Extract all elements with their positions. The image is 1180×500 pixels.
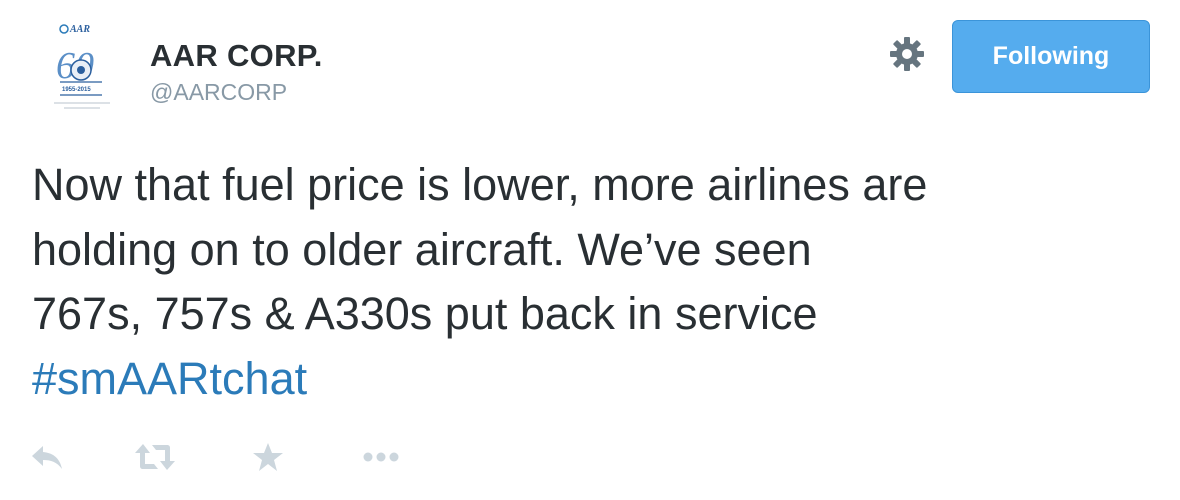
tweet-line: 767s, 757s & A330s put back in service <box>32 288 818 339</box>
more-icon[interactable] <box>363 437 399 477</box>
display-name[interactable]: AAR CORP. <box>150 38 323 74</box>
retweet-icon[interactable] <box>134 437 176 477</box>
tweet-line: holding on to older aircraft. We’ve seen <box>32 223 812 275</box>
avatar[interactable]: AAR 60 1955-2015 <box>30 20 130 120</box>
gear-icon[interactable] <box>888 35 926 73</box>
reply-icon[interactable] <box>30 437 64 477</box>
tweet-text: Now that fuel price is lower, more airli… <box>32 153 1162 411</box>
aar-logo: AAR 60 1955-2015 <box>54 24 110 109</box>
svg-text:1955-2015: 1955-2015 <box>62 87 91 93</box>
user-handle[interactable]: @AARCORP <box>150 79 287 106</box>
favorite-icon[interactable] <box>252 437 284 477</box>
tweet-line: Now that fuel price is lower, more airli… <box>32 159 928 210</box>
hashtag-link[interactable]: #smAARtchat <box>32 347 1162 412</box>
following-button[interactable]: Following <box>952 20 1150 93</box>
svg-text:AAR: AAR <box>69 24 90 35</box>
